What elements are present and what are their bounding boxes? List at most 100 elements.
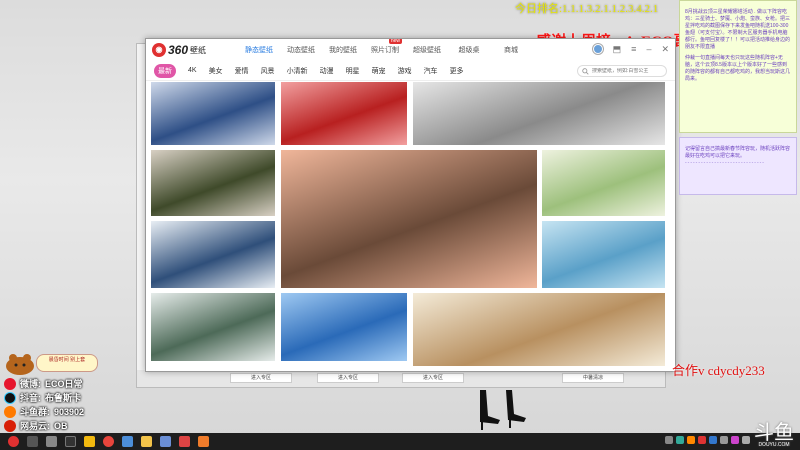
nav-dynamic-wallpaper[interactable]: 动态壁纸 — [282, 45, 320, 55]
app-logo: ◉ 360 壁纸 — [152, 43, 206, 57]
system-tray — [665, 436, 750, 444]
app-icon[interactable] — [65, 436, 76, 447]
app-titlebar: ◉ 360 壁纸 静态壁纸 动态壁纸 我的壁纸 照片订制 new 超级壁纸 超级… — [146, 39, 675, 61]
netease-music-icon — [4, 419, 16, 432]
nav-super-wallpaper[interactable]: 超级壁纸 — [408, 45, 446, 55]
category-pets[interactable]: 萌宠 — [372, 66, 386, 76]
wallpaper-app-window: ◉ 360 壁纸 静态壁纸 动态壁纸 我的壁纸 照片订制 new 超级壁纸 超级… — [145, 38, 676, 372]
close-icon[interactable]: ✕ — [661, 43, 669, 55]
logo-text: 壁纸 — [190, 45, 207, 55]
zone-button[interactable]: 中暑清凉 — [562, 373, 624, 383]
social-douyin: 抖音: 布鲁斯卡 — [4, 391, 81, 404]
contact-text: 合作v cdycdy233 — [672, 363, 765, 378]
nav-shop[interactable]: 商城 — [492, 45, 530, 55]
note-text: 8月挑战云顶三星荣耀娜塔活动 . 做以下阵容吃鸡：三星骑士、梦魇、小炮、蛮族、女… — [685, 9, 791, 50]
nav-static-wallpaper[interactable]: 静态壁纸 — [240, 45, 278, 55]
wallpaper-tile-mountain-lake-boat[interactable] — [150, 292, 276, 362]
social-douyu-group: 斗鱼群: 903902 — [4, 405, 84, 418]
search-icon — [582, 67, 589, 75]
nav-my-wallpaper[interactable]: 我的壁纸 — [324, 45, 362, 55]
tray-icon[interactable] — [731, 436, 739, 444]
wallpaper-tile-girl-portrait-flowers[interactable] — [150, 149, 276, 217]
wallpaper-tile-anime-girls-field[interactable] — [541, 149, 666, 217]
wallpaper-grid — [146, 81, 675, 371]
douyu-icon — [4, 405, 16, 418]
app-icon[interactable] — [122, 436, 133, 447]
wallpaper-tile-sports-car-sketch[interactable] — [412, 81, 666, 146]
tray-icon[interactable] — [720, 436, 728, 444]
weibo-icon — [4, 377, 16, 390]
category-love[interactable]: 爱情 — [235, 66, 249, 76]
app-icon[interactable] — [46, 436, 57, 447]
start-icon[interactable] — [8, 436, 19, 447]
mascot-icon — [6, 354, 34, 375]
social-label: 斗鱼群: — [20, 407, 50, 417]
chrome-icon[interactable] — [103, 436, 114, 447]
category-beauty[interactable]: 美女 — [209, 66, 223, 76]
note-dashes: ------------------------------ — [685, 160, 765, 166]
category-anime[interactable]: 动漫 — [320, 66, 334, 76]
nav-photo-custom[interactable]: 照片订制 new — [366, 39, 404, 55]
category-cars[interactable]: 汽车 — [424, 66, 438, 76]
app-icon[interactable] — [198, 436, 209, 447]
new-badge: new — [388, 38, 403, 44]
zone-button[interactable]: 进入专区 — [230, 373, 292, 383]
minimize-icon[interactable]: – — [646, 43, 651, 55]
category-games[interactable]: 游戏 — [398, 66, 412, 76]
douyin-icon — [4, 391, 16, 404]
main-nav: 静态壁纸 动态壁纸 我的壁纸 照片订制 new 超级壁纸 超级桌 商城 — [240, 39, 530, 55]
tray-icon[interactable] — [676, 436, 684, 444]
skin-icon[interactable]: ⬒ — [613, 43, 622, 55]
wallpaper-tile-cherry-blossom-branches[interactable] — [150, 220, 276, 289]
category-4k[interactable]: 4K — [188, 67, 197, 74]
douyu-watermark: 斗鱼 DOUYU.COM — [754, 422, 794, 448]
category-stars[interactable]: 明星 — [346, 66, 360, 76]
category-scenery[interactable]: 风景 — [261, 66, 275, 76]
heels-image — [480, 390, 526, 430]
tray-icon[interactable] — [742, 436, 750, 444]
category-bar: 最新 4K 美女 爱情 风景 小清新 动漫 明星 萌宠 游戏 汽车 更多 — [146, 61, 675, 81]
wallpaper-tile-anime-cat-girl[interactable] — [541, 220, 666, 289]
tray-icon[interactable] — [665, 436, 673, 444]
tray-icon[interactable] — [709, 436, 717, 444]
nav-photo-custom-label: 照片订制 — [371, 47, 400, 54]
logo-icon: ◉ — [152, 43, 166, 57]
menu-icon[interactable]: ≡ — [631, 43, 636, 55]
nav-super-desk[interactable]: 超级桌 — [450, 45, 488, 55]
window-controls: ⬒ ≡ – ✕ — [592, 43, 669, 55]
social-label: 抖音: — [20, 393, 41, 403]
app-icon[interactable] — [179, 436, 190, 447]
social-label: 网易云: — [20, 421, 50, 431]
note-text: 仲裁一句直播间每天也只玩这些随机阵容+无脑，这个云顶8.5版本以上个版本好了一些… — [685, 55, 791, 82]
wallpaper-tile-red-fantasy[interactable] — [280, 81, 408, 146]
search-box[interactable] — [577, 65, 667, 77]
category-more[interactable]: 更多 — [450, 66, 464, 76]
app-icon[interactable] — [160, 436, 171, 447]
category-fresh[interactable]: 小清新 — [287, 66, 308, 76]
social-weibo: 微博: ECO日常 — [4, 377, 83, 390]
avatar[interactable] — [592, 44, 603, 54]
logo-number: 360 — [168, 43, 189, 57]
ranking-ticker: 今日排名:1.1.1.3.2.1.1.2.3.4.2.1 — [515, 3, 659, 15]
folder-icon[interactable] — [84, 436, 95, 447]
sticky-note-reminder: 记得留言自己搞最新春节阵容玩，随机活跃阵容最好在吃鸡可以把它来玩。 ------… — [679, 137, 797, 195]
note-text: 记得留言自己搞最新春节阵容玩，随机活跃阵容最好在吃鸡可以把它来玩。 — [685, 146, 791, 159]
background-window-strip: 进入专区 进入专区 进入专区 中暑清凉 — [137, 370, 665, 387]
social-value: 903902 — [54, 406, 85, 417]
zone-button[interactable]: 进入专区 — [402, 373, 464, 383]
wallpaper-tile-flowers-in-bowl[interactable] — [412, 292, 666, 367]
tray-icon[interactable] — [698, 436, 706, 444]
wallpaper-tile-anime-window-sky[interactable] — [280, 292, 408, 362]
zone-button[interactable]: 进入专区 — [317, 373, 379, 383]
douyu-logo: 斗鱼 — [754, 420, 794, 444]
category-latest[interactable]: 最新 — [154, 63, 176, 78]
wallpaper-tile-anime-girls-group[interactable] — [150, 81, 276, 146]
wallpaper-tile-forest-lake-reflection[interactable] — [280, 149, 538, 289]
social-netease: 网易云: OB — [4, 419, 68, 432]
streamer-overlay: 晨昏时间 别上套 微博: ECO日常 抖音: 布鲁斯卡 斗鱼群: 903902 … — [0, 350, 110, 432]
app-icon[interactable] — [27, 436, 38, 447]
search-input[interactable] — [592, 68, 662, 74]
social-value: ECO日常 — [45, 379, 83, 389]
tray-icon[interactable] — [687, 436, 695, 444]
app-icon[interactable] — [141, 436, 152, 447]
